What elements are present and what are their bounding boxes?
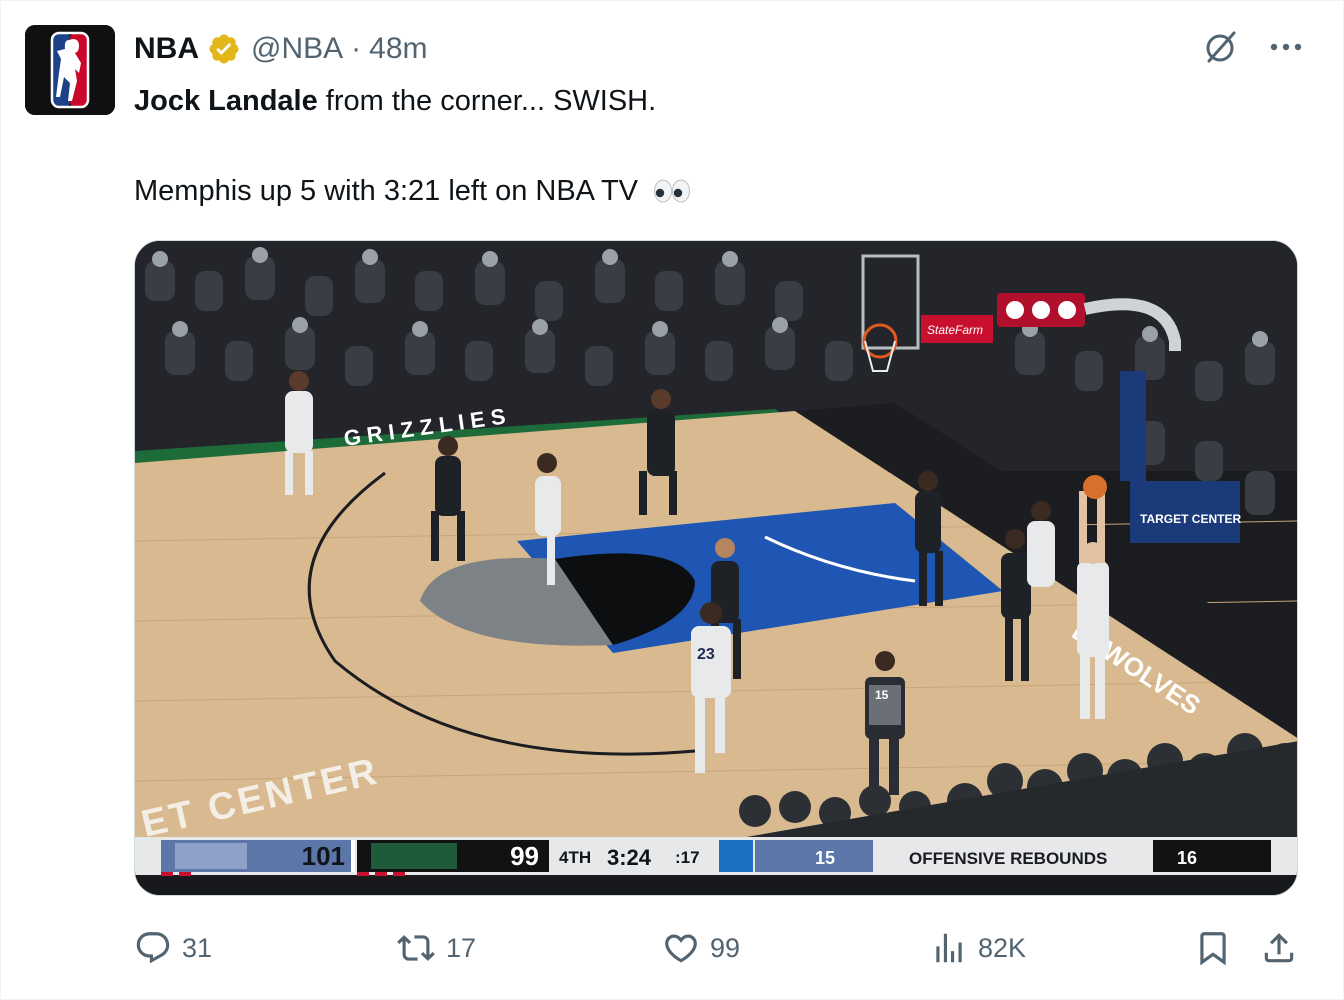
period: 4TH (559, 848, 591, 867)
retweet-icon (397, 935, 435, 961)
retweet-button[interactable]: 17 (396, 921, 476, 975)
tweet-text-line2: Memphis up 5 with 3:21 left on NBA TV (134, 169, 692, 213)
heart-icon (665, 934, 697, 963)
nba-avatar[interactable] (25, 25, 115, 115)
video-player[interactable]: ERWOLVES GRIZZLIES ET CENTER StateFarm T (134, 240, 1298, 896)
eyes-emoji-icon (652, 173, 692, 203)
verified-badge-icon (207, 32, 241, 66)
like-count: 99 (710, 932, 741, 963)
grok-icon[interactable] (1201, 27, 1241, 67)
home-score: 101 (302, 841, 345, 871)
stat-away: 16 (1177, 848, 1197, 868)
tweet-text-rest: from the corner... SWISH. (317, 85, 657, 117)
tweet-line2: Memphis up 5 with 3:21 left on NBA TV (134, 175, 639, 207)
reply-button[interactable]: 31 (134, 921, 212, 975)
stat-home: 15 (815, 848, 835, 868)
retweet-count: 17 (446, 932, 477, 963)
tweet-card: NBA @NBA · 48m Jock Landale from the cor… (0, 0, 1344, 1000)
tweet-actions: 31 17 99 82K (134, 921, 1298, 975)
jersey-number-23: 23 (697, 646, 715, 663)
target-center-label: TARGET CENTER (1140, 512, 1241, 526)
away-score: 99 (510, 841, 539, 871)
referee-number: 15 (875, 688, 889, 702)
tweet-header: NBA @NBA · 48m (134, 29, 428, 69)
like-button[interactable]: 99 (662, 921, 740, 975)
bookmark-button[interactable] (1194, 921, 1242, 975)
statefarm-sign: StateFarm (927, 323, 983, 337)
author-handle[interactable]: @NBA (251, 32, 343, 66)
share-icon (1264, 933, 1294, 963)
more-options-icon[interactable] (1269, 41, 1303, 53)
views-button[interactable]: 82K (930, 921, 1026, 975)
views-chart-icon (936, 933, 962, 963)
share-button[interactable] (1260, 921, 1308, 975)
game-clock: 3:24 (607, 845, 652, 870)
author-name[interactable]: NBA (134, 32, 199, 66)
separator-dot: · (351, 32, 362, 65)
tweet-text: Jock Landale from the corner... SWISH. (134, 79, 1284, 123)
reply-count: 31 (182, 932, 213, 963)
shot-clock: :17 (675, 848, 700, 867)
stat-label: OFFENSIVE REBOUNDS (909, 849, 1107, 868)
post-time[interactable]: 48m (369, 32, 427, 66)
views-count: 82K (978, 932, 1027, 963)
scoreboard: 101 99 4TH 3:24 :17 15 OFFENSIVE REBOUND… (135, 837, 1297, 876)
reply-icon (136, 932, 170, 964)
bookmark-icon (1200, 932, 1226, 966)
mentioned-player: Jock Landale (134, 85, 318, 117)
header-actions (1201, 27, 1303, 67)
